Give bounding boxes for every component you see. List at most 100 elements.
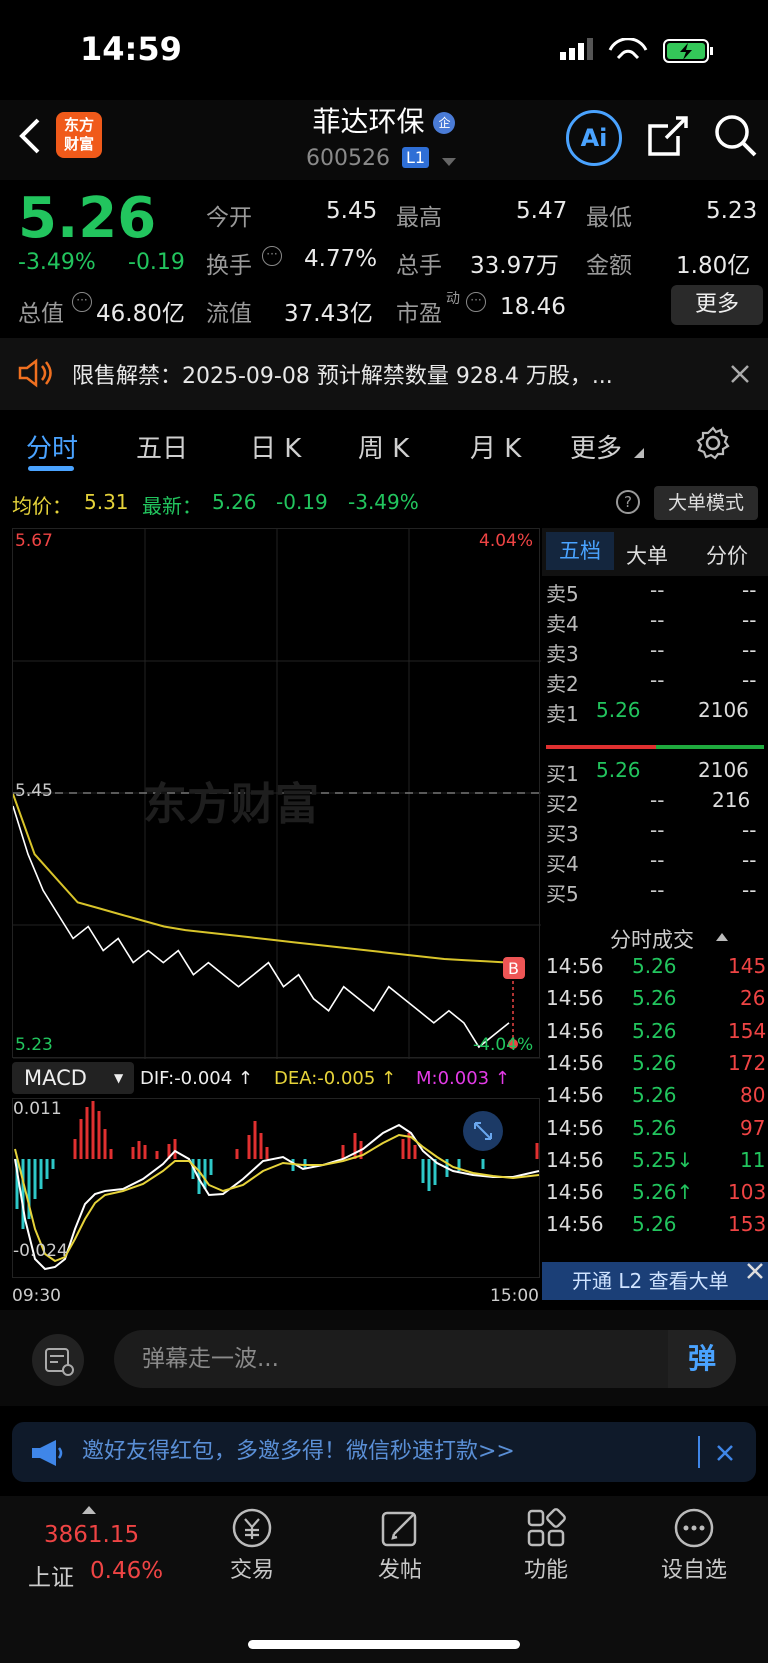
triangle-up-icon[interactable] [716, 933, 728, 941]
change-abs: -0.19 [128, 250, 185, 275]
bid-row: 买1 5.26 2106 [542, 758, 768, 790]
tick-time: 14:56 [546, 1147, 604, 1172]
tab-daily-k[interactable]: 日 K [250, 428, 301, 465]
low-label: 最低 [586, 205, 632, 231]
level-label: 买1 [546, 762, 579, 786]
divider [698, 1436, 700, 1468]
search-icon[interactable] [714, 114, 758, 158]
macd-selector[interactable]: MACD ▼ [12, 1062, 134, 1094]
big-order-mode-button[interactable]: 大单模式 [654, 486, 758, 520]
tick-time: 14:56 [546, 986, 604, 1011]
level-volume: -- [742, 878, 757, 902]
tab-weekly-k[interactable]: 周 K [358, 428, 409, 465]
tick-price: 5.26 [632, 1018, 677, 1043]
amount-label: 金额 [586, 253, 632, 279]
change-pct: -3.49% [18, 250, 96, 275]
tab-monthly-k[interactable]: 月 K [470, 428, 521, 465]
danmaku-send-button[interactable]: 弹 [668, 1330, 736, 1388]
intraday-chart[interactable]: 东方财富 B 5.67 4.04% 5.45 5.23 -4.04% [12, 528, 541, 1060]
latest-change-pct: -3.49% [348, 490, 419, 514]
l2-upgrade-text: 开通 L2 查看大单 [572, 1269, 729, 1293]
help-icon[interactable]: ? [616, 490, 640, 514]
nav-watchlist[interactable]: 设自选 [624, 1506, 764, 1584]
level-volume: -- [742, 848, 757, 872]
ask-ratio-bar [546, 745, 656, 749]
ask-row: 卖5 -- -- [542, 578, 768, 610]
tick-price: 5.26 [632, 1083, 677, 1108]
close-icon[interactable] [730, 364, 750, 384]
tab-more[interactable]: 更多 [570, 428, 622, 465]
danmaku-settings-icon[interactable] [30, 1332, 86, 1388]
settings-gear-icon[interactable] [696, 426, 730, 460]
tick-volume: 80 [740, 1083, 766, 1108]
close-icon[interactable] [746, 1262, 764, 1280]
level-label: 买2 [546, 792, 579, 816]
edit-icon [381, 1511, 417, 1547]
close-icon[interactable] [716, 1444, 734, 1462]
price-line [12, 805, 510, 1049]
danmaku-input[interactable]: 弹幕走一波... [114, 1330, 736, 1388]
tick-time: 14:56 [546, 1115, 604, 1140]
macd-bars-cyan [15, 1159, 485, 1229]
tab-five-level[interactable]: 五档 [546, 532, 614, 570]
tab-big-order[interactable]: 大单 [626, 540, 668, 570]
chevron-down-icon[interactable] [442, 158, 456, 168]
info-dots-icon[interactable]: ··· [262, 246, 282, 266]
info-dots-icon[interactable]: ··· [466, 292, 486, 312]
level-volume: -- [742, 818, 757, 842]
level-price: -- [650, 608, 665, 632]
mktcap-value: 46.80亿 [96, 301, 185, 327]
current-price: 5.26 [18, 186, 157, 251]
ask-row: 卖3 -- -- [542, 638, 768, 670]
triangle-up-icon [82, 1506, 96, 1514]
nav-post[interactable]: 发帖 [330, 1506, 470, 1584]
nav-functions[interactable]: 功能 [476, 1506, 616, 1584]
level-label: 卖1 [546, 702, 579, 726]
share-icon[interactable] [646, 114, 690, 158]
enterprise-badge-icon: 企 [433, 112, 456, 134]
notice-bar[interactable]: 限售解禁：2025-09-08 预计解禁数量 928.4 万股，... [0, 338, 768, 410]
tick-volume: 154 [728, 1018, 767, 1043]
index-value[interactable]: 3861.15 [44, 1522, 139, 1548]
chart-top-price: 5.67 [15, 531, 53, 551]
high-label: 最高 [396, 205, 442, 231]
tick-row: 14:56 5.26 26 [542, 986, 768, 1018]
tick-row: 14:56 5.26 172 [542, 1051, 768, 1083]
ai-button[interactable]: Ai [566, 110, 622, 166]
avg-value: 5.31 [84, 490, 129, 514]
m-value: M:0.003 ↑ [416, 1068, 510, 1089]
orderbook-tabs: 五档 大单 分价 [542, 528, 768, 576]
tick-row: 14:56 5.26 80 [542, 1083, 768, 1115]
ask-row: 卖1 5.26 2106 [542, 698, 768, 730]
level-volume: 2106 [698, 758, 749, 782]
level-badge[interactable]: L1 [402, 147, 430, 168]
pe-label: 市盈 [396, 301, 442, 327]
megaphone-icon [32, 1440, 63, 1466]
pe-sup: 动 [446, 291, 460, 307]
invite-text: 邀好友得红包，多邀多得！微信秒速打款>> [82, 1439, 515, 1464]
tab-price-split[interactable]: 分价 [706, 540, 748, 570]
level-label: 买4 [546, 852, 579, 876]
l2-upgrade-bar[interactable]: 开通 L2 查看大单 [542, 1262, 768, 1300]
level-price: -- [650, 848, 665, 872]
more-button[interactable]: 更多 [671, 285, 763, 325]
tick-row: 14:56 5.26 154 [542, 1019, 768, 1051]
bid-row: 买2 -- 216 [542, 788, 768, 820]
tick-row: 14:56 5.26 153 [542, 1212, 768, 1244]
chart-top-pct: 4.04% [479, 531, 534, 551]
latest-value: 5.26 [212, 490, 257, 514]
nav-watchlist-label: 设自选 [660, 1558, 727, 1583]
nav-trade[interactable]: 交易 [182, 1506, 322, 1584]
level-label: 卖5 [546, 582, 579, 606]
ask-row: 卖2 -- -- [542, 668, 768, 700]
tick-time: 14:56 [546, 954, 604, 978]
level-price: -- [650, 578, 665, 602]
tick-volume: 153 [728, 1212, 767, 1237]
info-dots-icon[interactable]: ··· [72, 292, 92, 312]
level-price: 5.26 [596, 698, 641, 722]
invite-banner[interactable]: 邀好友得红包，多邀多得！微信秒速打款>> [12, 1422, 756, 1482]
stock-code: 600526 [306, 146, 390, 171]
tab-intraday[interactable]: 分时 [26, 428, 78, 465]
tab-5day[interactable]: 五日 [136, 428, 188, 465]
tick-time: 14:56 [546, 1083, 604, 1108]
